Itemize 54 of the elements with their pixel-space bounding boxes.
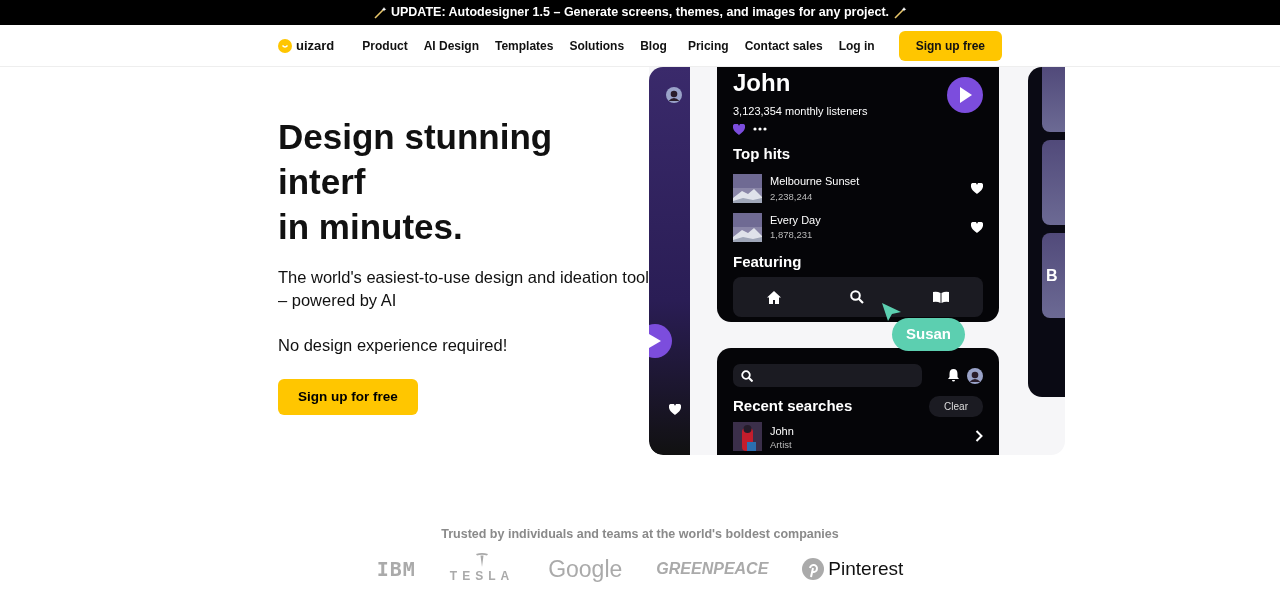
heart-icon (668, 404, 681, 415)
hero-subtitle: The world's easiest-to-use design and ideation tool – powered by AI (278, 267, 649, 311)
play-button[interactable] (947, 77, 983, 113)
logo-text[interactable]: uizard (296, 35, 335, 56)
section-title: Top hits (733, 143, 792, 164)
heart-icon (971, 182, 983, 194)
company-logo: IBM (376, 556, 416, 583)
company-logo: Google (548, 554, 623, 584)
nav-link[interactable]: AI Design (423, 36, 479, 55)
company-logo: GREENPEACE (656, 559, 769, 579)
play-count: 1,878,231 (770, 228, 814, 243)
heart-icon (971, 221, 983, 233)
play-count: 2,238,244 (770, 189, 814, 204)
search-icon (850, 290, 864, 304)
wand-icon (893, 5, 908, 20)
nav-link[interactable]: Templates (495, 36, 554, 55)
cursor-icon (882, 303, 901, 321)
bell-icon (948, 369, 959, 382)
search-icon (741, 369, 753, 382)
more-icon (753, 127, 767, 131)
logo-icon (278, 38, 292, 53)
home-icon (767, 290, 782, 304)
nav-link[interactable]: Pricing (687, 36, 729, 55)
track-title: Every Day (770, 212, 822, 228)
trusted-caption: Trusted by individuals and teams at the world's boldest companies (441, 526, 839, 543)
track-title: Melbourne Sunset (770, 174, 861, 189)
result-name: John (770, 424, 795, 439)
avatar-icon (967, 367, 983, 384)
book-icon (932, 291, 949, 303)
hero-note: No design experience required! (278, 335, 509, 356)
nav-link[interactable]: Blog (640, 36, 667, 55)
section-title: Recent searches (733, 396, 853, 416)
tile-label: B (1046, 265, 1058, 286)
cursor-label: Susan (892, 318, 965, 351)
section-title: Featuring (733, 251, 803, 272)
banner-text: UPDATE: Autodesigner 1.5 – Generate screens, themes, and images for any project. (390, 4, 890, 22)
nav-link[interactable]: Contact sales (744, 36, 823, 55)
result-type: Artist (770, 439, 793, 449)
hero-title: Design stunning interf in minutes. (278, 116, 554, 248)
company-logo: TESLA (449, 568, 515, 585)
chevron-right-icon (975, 430, 983, 442)
signup-button[interactable]: Sign up free (898, 30, 1002, 61)
signup-button[interactable]: Sign up for free (278, 378, 418, 415)
nav-link[interactable]: Log in (838, 36, 875, 55)
artist-name: John (733, 71, 792, 95)
wand-icon (372, 5, 387, 20)
nav-link[interactable]: Product (362, 36, 408, 55)
search-field[interactable] (733, 364, 922, 387)
heart-icon (733, 123, 745, 135)
listener-count: 3,123,354 monthly listeners (733, 104, 868, 119)
clear-button[interactable]: Clear (929, 395, 983, 417)
nav-link[interactable]: Solutions (569, 36, 625, 55)
company-logo: Pinterest (828, 556, 904, 581)
avatar-icon (665, 87, 682, 103)
